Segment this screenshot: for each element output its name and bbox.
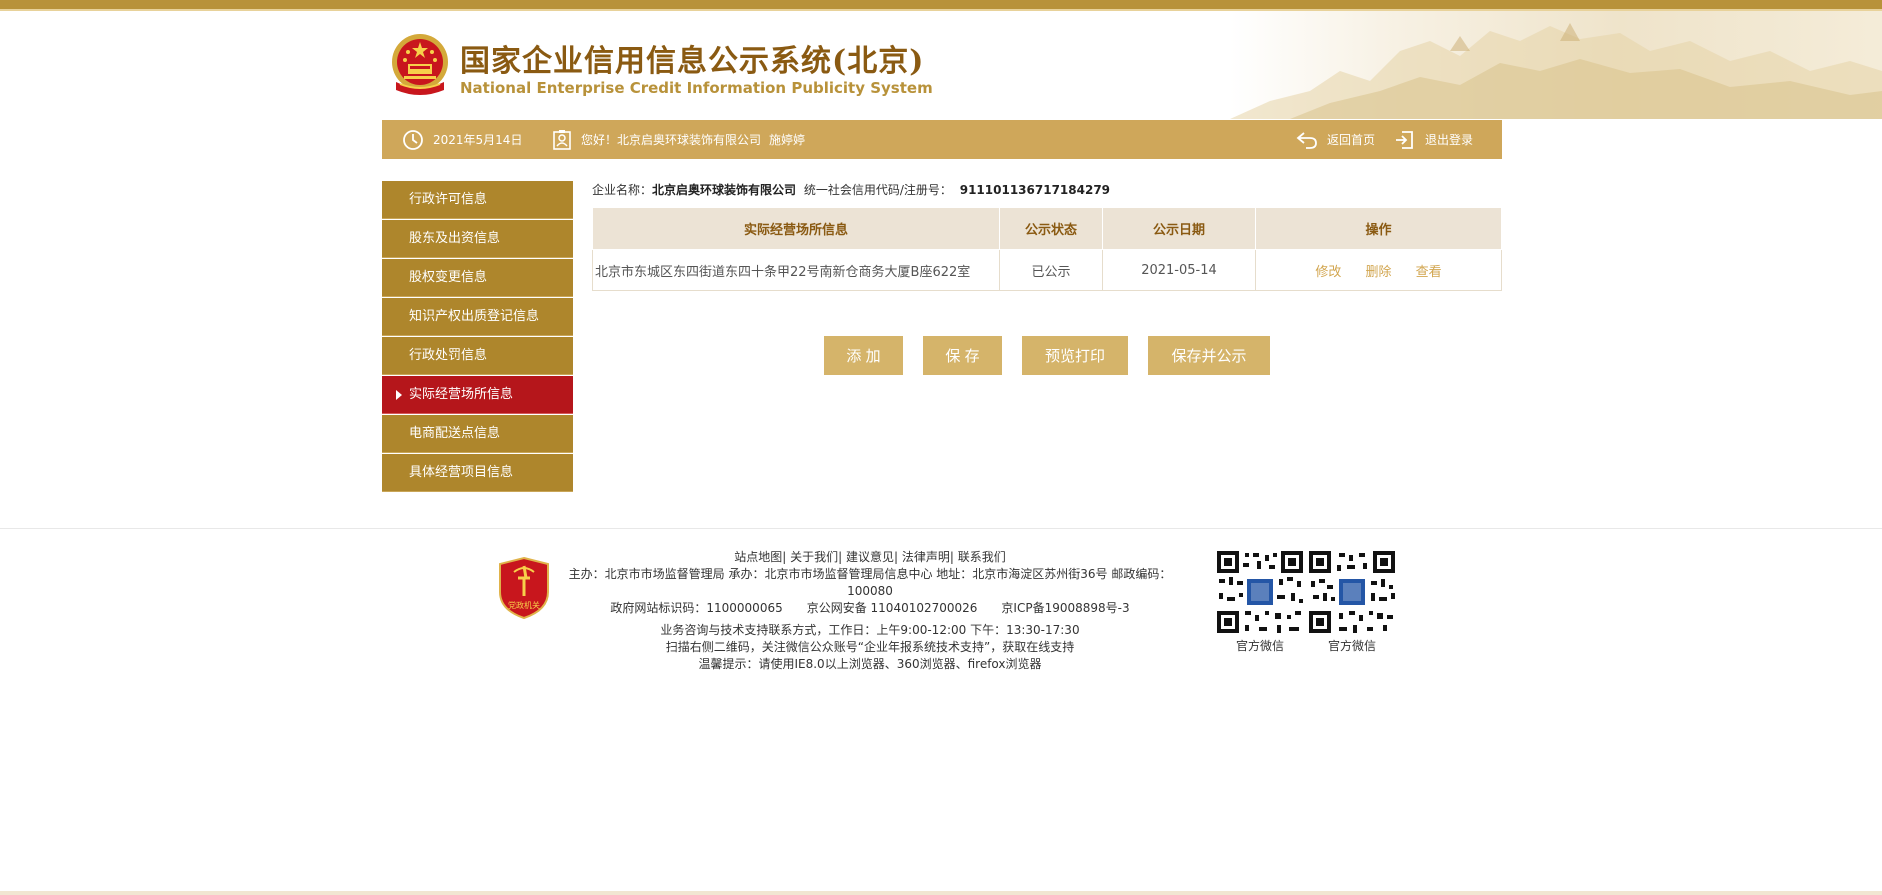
date-display: 2021年5月14日	[402, 120, 522, 159]
credit-code: 911101136717184279	[959, 183, 1111, 197]
cell-address: 北京市东城区东四街道东四十条甲22号南新仓商务大厦B座622室	[592, 249, 1000, 291]
sidebar-item-label: 实际经营场所信息	[409, 387, 514, 402]
qr-code-2-label: 官方微信	[1327, 639, 1376, 653]
top-border	[0, 0, 1882, 11]
party-government-badge-icon[interactable]: 党政机关	[498, 556, 550, 620]
greeting-text: 您好！北京启奥环球装饰有限公司	[581, 133, 762, 147]
sidebar-item-label: 股权变更信息	[409, 270, 488, 285]
delete-link[interactable]: 删除	[1365, 265, 1391, 280]
sidebar-item-label: 行政处罚信息	[409, 348, 488, 363]
national-emblem-icon	[390, 32, 450, 98]
user-card-icon	[553, 129, 571, 150]
save-publish-button[interactable]: 保存并公示	[1148, 336, 1270, 375]
qr-code-2-icon	[1307, 549, 1397, 635]
sidebar-item-ecommerce-delivery[interactable]: 电商配送点信息	[382, 415, 573, 453]
sidebar-item-label: 知识产权出质登记信息	[409, 309, 540, 324]
bottom-border	[0, 891, 1882, 895]
col-header-actions: 操作	[1255, 207, 1502, 250]
edit-link[interactable]: 修改	[1315, 265, 1341, 280]
footer-divider	[0, 528, 1882, 529]
sidebar-item-shareholders[interactable]: 股东及出资信息	[382, 220, 573, 258]
col-header-status: 公示状态	[999, 207, 1103, 250]
sidebar-item-label: 电商配送点信息	[409, 426, 501, 441]
company-info: 企业名称：北京启奥环球装饰有限公司 统一社会信用代码/注册号： 91110113…	[592, 181, 1110, 198]
badge-text: 党政机关	[508, 600, 540, 610]
footer-scan: 扫描右侧二维码，关注微信公众账号“企业年报系统技术支持”，获取在线支持	[665, 640, 1075, 654]
header-landscape-banner	[1230, 11, 1882, 119]
qr-code-1-icon	[1215, 549, 1305, 635]
sidebar-item-label: 行政许可信息	[409, 192, 488, 207]
username: 施婷婷	[769, 133, 806, 147]
sidebar-menu: 行政许可信息 股东及出资信息 股权变更信息 知识产权出质登记信息 行政处罚信息 …	[382, 181, 573, 493]
site-title: 国家企业信用信息公示系统(北京)	[460, 44, 925, 79]
footer-links[interactable]: 站点地图| 关于我们| 建议意见| 法律声明| 联系我们	[568, 549, 1172, 566]
company-name: 北京启奥环球装饰有限公司	[652, 183, 797, 197]
logout-label: 退出登录	[1425, 133, 1474, 147]
col-header-date: 公示日期	[1102, 207, 1256, 250]
sidebar-item-admin-license[interactable]: 行政许可信息	[382, 181, 573, 219]
add-button[interactable]: 添 加	[824, 336, 903, 375]
footer-host: 主办：北京市市场监督管理局 承办：北京市市场监督管理局信息中心 地址：北京市海淀…	[568, 567, 1172, 598]
logout-icon	[1396, 130, 1413, 149]
return-arrow-icon	[1296, 131, 1317, 149]
col-header-address: 实际经营场所信息	[592, 207, 1000, 250]
footer-tip: 温馨提示：请使用IE8.0以上浏览器、360浏览器、firefox浏览器	[698, 657, 1042, 671]
logout-link[interactable]: 退出登录	[1394, 120, 1473, 159]
sidebar-item-equity-change[interactable]: 股权变更信息	[382, 259, 573, 297]
footer-support: 业务咨询与技术支持联系方式，工作日：上午9:00-12:00 下午：13:30-…	[660, 623, 1080, 637]
home-link[interactable]: 返回首页	[1296, 120, 1375, 159]
cell-actions: 修改 删除 查看	[1255, 249, 1502, 291]
site-subtitle: National Enterprise Credit Information P…	[460, 79, 933, 97]
sidebar-item-label: 具体经营项目信息	[409, 465, 514, 480]
current-date: 2021年5月14日	[433, 133, 523, 147]
sidebar-item-ip-pledge[interactable]: 知识产权出质登记信息	[382, 298, 573, 336]
table-header-row: 实际经营场所信息 公示状态 公示日期 操作	[592, 207, 1502, 250]
cell-date: 2021-05-14	[1102, 249, 1256, 291]
home-label: 返回首页	[1327, 133, 1376, 147]
qr-code-1-label: 官方微信	[1235, 639, 1284, 653]
cell-status: 已公示	[999, 249, 1103, 291]
clock-icon	[403, 129, 423, 150]
user-greeting: 您好！北京启奥环球装饰有限公司 施婷婷	[552, 120, 805, 159]
active-arrow-icon	[396, 390, 402, 400]
sidebar-item-admin-penalty[interactable]: 行政处罚信息	[382, 337, 573, 375]
preview-print-button[interactable]: 预览打印	[1022, 336, 1128, 375]
top-navbar: 2021年5月14日 您好！北京启奥环球装饰有限公司 施婷婷 返回首页 退出登录	[382, 120, 1502, 159]
sidebar-item-label: 股东及出资信息	[409, 231, 501, 246]
company-name-label: 企业名称：	[592, 183, 653, 197]
sidebar-item-business-premises[interactable]: 实际经营场所信息	[382, 376, 573, 414]
save-button[interactable]: 保 存	[923, 336, 1002, 375]
view-link[interactable]: 查看	[1416, 265, 1442, 280]
footer-record: 政府网站标识码：1100000065 京公网安备 11040102700026 …	[610, 601, 1130, 615]
premises-table: 实际经营场所信息 公示状态 公示日期 操作 北京市东城区东四街道东四十条甲22号…	[592, 207, 1502, 291]
sidebar-item-business-projects[interactable]: 具体经营项目信息	[382, 454, 573, 492]
table-row: 北京市东城区东四街道东四十条甲22号南新仓商务大厦B座622室 已公示 2021…	[592, 249, 1502, 291]
credit-code-label: 统一社会信用代码/注册号：	[803, 183, 952, 197]
